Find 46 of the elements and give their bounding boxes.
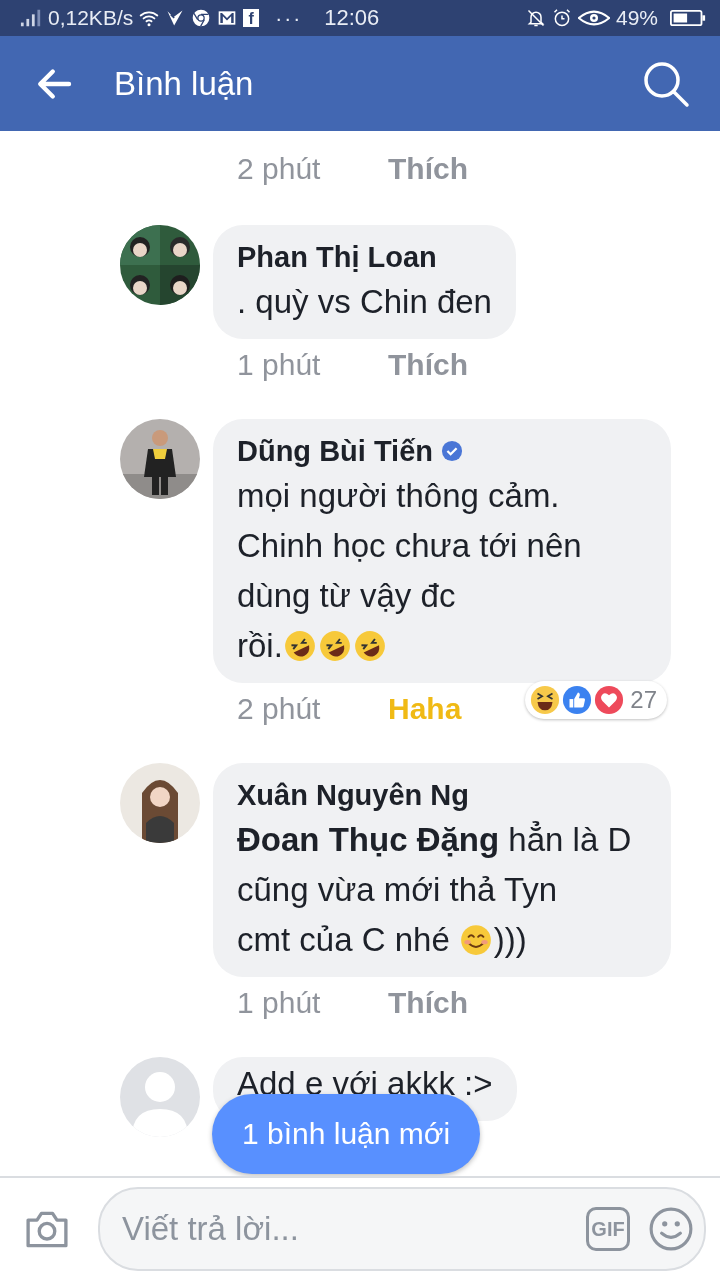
like-button[interactable]: Thích [388, 986, 468, 1020]
camera-button[interactable] [24, 1209, 70, 1249]
like-button[interactable]: Thích [388, 152, 468, 186]
search-button[interactable] [642, 59, 690, 108]
comment-text: rồi. [237, 626, 283, 666]
thumbs-up-reaction-icon [562, 685, 593, 715]
wifi-icon [139, 8, 160, 28]
signal-icon [20, 8, 42, 28]
commenter-name[interactable]: Dũng Bùi Tiến [237, 431, 433, 471]
comment-text: . quỳ vs Chin đen [237, 282, 492, 322]
comment-time: 2 phút [237, 152, 322, 186]
comment-text: ))) [493, 920, 527, 960]
like-button[interactable]: Haha [388, 692, 462, 726]
comment-text: cmt của C nhé [237, 920, 450, 960]
emoji-icon[interactable] [648, 1206, 694, 1252]
bell-muted-icon [525, 8, 546, 28]
comment-time: 1 phút [237, 986, 322, 1020]
new-comments-button[interactable]: 1 bình luận mới [212, 1094, 481, 1174]
comment-time: 1 phút [237, 348, 322, 382]
screen-title: Bình luận [114, 64, 255, 103]
reaction-summary[interactable]: 27 [525, 681, 667, 719]
commenter-name[interactable]: Phan Thị Loan [237, 237, 437, 277]
laughing-emoji-icon [282, 629, 317, 663]
camera-icon [24, 1209, 70, 1249]
smiling-emoji-icon [458, 923, 493, 957]
battery-percent: 49% [615, 6, 658, 30]
alarm-icon [551, 8, 572, 28]
reaction-count: 27 [630, 686, 657, 714]
network-speed: 0,12KB/s [48, 6, 134, 30]
search-icon [642, 59, 690, 108]
more-notifications: ··· [275, 6, 303, 30]
commenter-name[interactable]: Xuân Nguyên Ng [237, 775, 469, 815]
heart-reaction-icon [594, 685, 625, 715]
laughing-emoji-icon [317, 629, 352, 663]
gif-button[interactable]: GIF [586, 1207, 630, 1251]
browser-icon [191, 8, 212, 28]
app-notification-icon: f [243, 9, 260, 27]
clock-time: 12:06 [324, 5, 380, 31]
laughing-emoji-icon [352, 629, 387, 663]
eye-icon [577, 9, 610, 27]
mail-icon [217, 8, 238, 28]
like-button[interactable]: Thích [388, 348, 468, 382]
battery-icon [670, 9, 706, 27]
laughing-reaction-icon [530, 685, 561, 715]
reply-input-field[interactable]: Viết trả lời... GIF [98, 1187, 706, 1271]
comment-time: 2 phút [237, 692, 322, 726]
